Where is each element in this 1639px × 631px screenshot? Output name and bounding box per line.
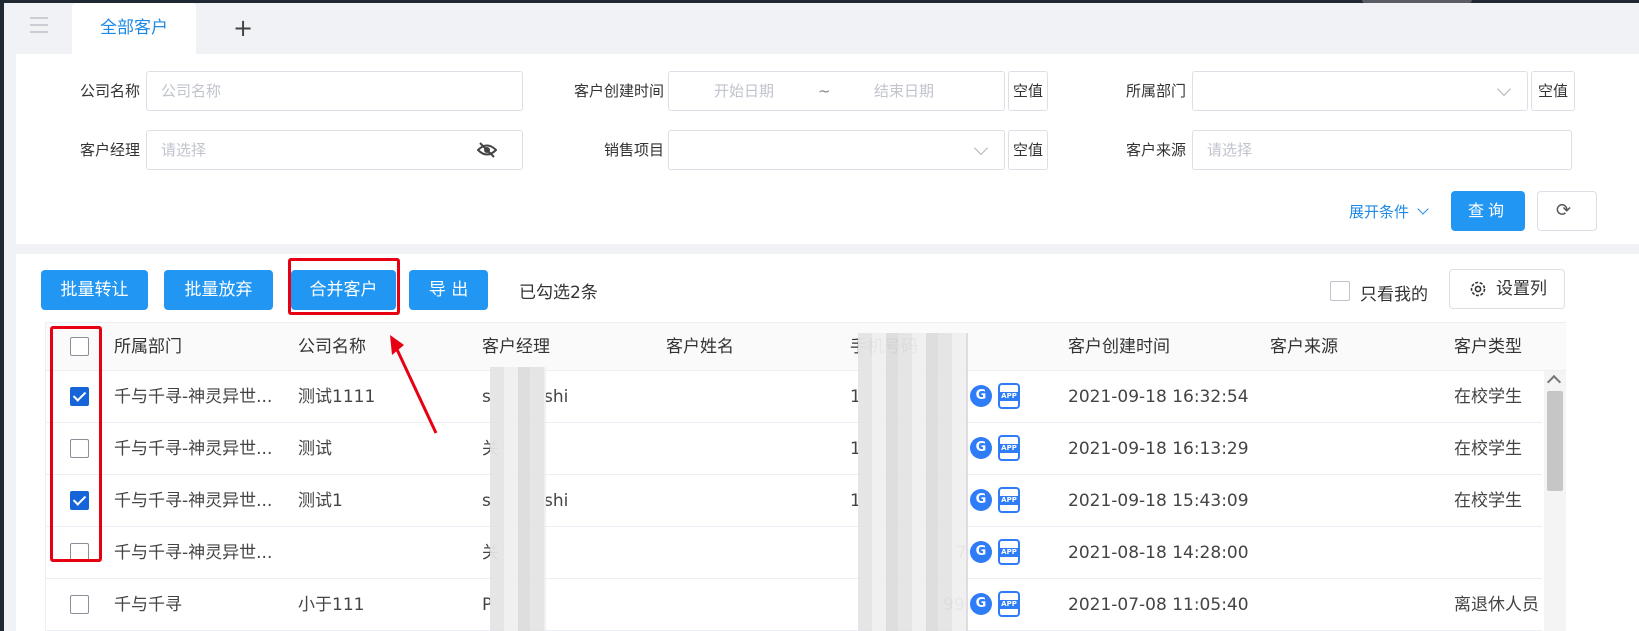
cell-company: 测试1111 xyxy=(298,387,376,407)
app-icon[interactable]: APP xyxy=(998,591,1020,617)
customer-table: 所属部门 公司名称 客户经理 客户姓名 手机号码 客户创建时间 客户来源 客户类… xyxy=(45,322,1566,631)
menu-collapse-icon[interactable] xyxy=(26,13,52,37)
g-icon[interactable]: G xyxy=(970,593,992,615)
gear-icon xyxy=(1470,281,1486,297)
end-date-placeholder: 结束日期 xyxy=(874,82,935,100)
row-checkbox[interactable] xyxy=(70,595,89,614)
cell-company: 小于111 xyxy=(298,595,365,615)
company-name-label: 公司名称 xyxy=(79,82,140,100)
selected-count: 已勾选2条 xyxy=(519,283,598,303)
cell-company: 测试1 xyxy=(298,491,343,511)
only-mine-label: 只看我的 xyxy=(1360,285,1428,305)
cell-department: 千与千寻 xyxy=(114,595,182,615)
table-scrollbar[interactable] xyxy=(1544,371,1566,631)
app-icon[interactable]: APP xyxy=(998,383,1020,409)
query-button[interactable]: 查询 xyxy=(1451,191,1525,231)
annotation-arrow xyxy=(390,335,438,434)
tab-bar: 全部客户 + xyxy=(4,3,1639,54)
col-header-department[interactable]: 所属部门 xyxy=(114,323,182,371)
range-separator: ~ xyxy=(818,82,831,100)
sales-project-select[interactable] xyxy=(668,130,1005,170)
expand-conditions-link[interactable]: 展开条件 xyxy=(1349,201,1429,222)
cell-created-time: 2021-09-18 16:13:29 xyxy=(1068,439,1249,459)
chevron-down-icon xyxy=(1496,81,1512,97)
table-row[interactable]: 千与千寻-神灵异世... 关 7 G APP 2021-08-18 14:28:… xyxy=(46,527,1542,579)
manager-placeholder: 请选择 xyxy=(161,141,207,159)
table-row[interactable]: 千与千寻-神灵异世... 测试1111 s shi 1 G APP 2021-0… xyxy=(46,371,1542,423)
app-icon[interactable]: APP xyxy=(998,539,1020,565)
cell-manager-suffix: shi xyxy=(544,387,569,407)
cell-department: 千与千寻-神灵异世... xyxy=(114,491,273,511)
cell-type: 在校学生 xyxy=(1454,387,1522,407)
table-header: 所属部门 公司名称 客户经理 客户姓名 手机号码 客户创建时间 客户来源 客户类… xyxy=(46,323,1566,371)
start-date-placeholder: 开始日期 xyxy=(714,82,775,100)
set-columns-label: 设置列 xyxy=(1496,279,1547,299)
add-tab-icon[interactable]: + xyxy=(228,13,258,43)
table-row[interactable]: 千与千寻-神灵异世... 测试1 s shi 1 G APP 2021-09-1… xyxy=(46,475,1542,527)
chevron-down-icon xyxy=(973,140,989,156)
g-icon[interactable]: G xyxy=(970,489,992,511)
created-time-label: 客户创建时间 xyxy=(573,82,664,100)
annotation-merge-box xyxy=(288,258,400,315)
refresh-icon: ⟳ xyxy=(1556,200,1572,221)
department-label: 所属部门 xyxy=(1125,82,1186,100)
annotation-checkbox-box xyxy=(50,326,102,562)
sales-project-label: 销售项目 xyxy=(603,141,664,159)
g-icon[interactable]: G xyxy=(970,541,992,563)
checkbox[interactable] xyxy=(1330,281,1350,301)
col-header-type[interactable]: 客户类型 xyxy=(1454,323,1522,371)
col-header-company[interactable]: 公司名称 xyxy=(298,323,366,371)
app-window: 全部客户 + 公司名称 公司名称 客户创建时间 开始日期 ~ 结束日期 空值 所… xyxy=(4,3,1639,631)
cell-company: 测试 xyxy=(298,439,332,459)
cell-manager-suffix: shi xyxy=(544,491,569,511)
cell-created-time: 2021-07-08 11:05:40 xyxy=(1068,595,1249,615)
manager-select[interactable]: 请选择 xyxy=(146,130,523,170)
col-header-created-time[interactable]: 客户创建时间 xyxy=(1068,323,1170,371)
department-select[interactable] xyxy=(1192,71,1528,111)
tab-all-customers[interactable]: 全部客户 xyxy=(72,3,196,54)
cell-type: 离退休人员 xyxy=(1454,595,1539,615)
redacted-manager xyxy=(490,367,546,631)
source-label: 客户来源 xyxy=(1125,141,1186,159)
company-name-input[interactable]: 公司名称 xyxy=(146,71,523,111)
table-row[interactable]: 千与千寻-神灵异世... 测试 关 1 G APP 2021-09-18 16:… xyxy=(46,423,1542,475)
app-icon[interactable]: APP xyxy=(998,487,1020,513)
cell-department: 千与千寻-神灵异世... xyxy=(114,387,273,407)
cell-created-time: 2021-09-18 16:32:54 xyxy=(1068,387,1249,407)
g-icon[interactable]: G xyxy=(970,385,992,407)
app-icon[interactable]: APP xyxy=(998,435,1020,461)
col-header-source[interactable]: 客户来源 xyxy=(1270,323,1338,371)
col-header-manager[interactable]: 客户经理 xyxy=(482,323,550,371)
source-select[interactable]: 请选择 xyxy=(1192,130,1572,170)
created-empty-button[interactable]: 空值 xyxy=(1008,71,1048,111)
cell-type: 在校学生 xyxy=(1454,439,1522,459)
cell-department: 千与千寻-神灵异世... xyxy=(114,543,273,563)
scroll-thumb[interactable] xyxy=(1547,391,1563,491)
expand-label: 展开条件 xyxy=(1349,203,1410,221)
set-columns-button[interactable]: 设置列 xyxy=(1449,269,1565,309)
export-button[interactable]: 导 出 xyxy=(409,270,488,310)
table-row[interactable]: 千与千寻 小于111 P 99 G APP 2021-07-08 11:05:4… xyxy=(46,579,1542,631)
reset-button[interactable]: ⟳ xyxy=(1537,191,1597,231)
batch-transfer-button[interactable]: 批量转让 xyxy=(41,270,148,310)
cell-type: 在校学生 xyxy=(1454,491,1522,511)
date-range-input[interactable]: 开始日期 ~ 结束日期 xyxy=(668,71,1005,111)
eye-off-icon[interactable] xyxy=(477,142,497,158)
redacted-phone xyxy=(858,333,968,631)
cell-created-time: 2021-08-18 14:28:00 xyxy=(1068,543,1249,563)
g-icon[interactable]: G xyxy=(970,437,992,459)
scroll-up-icon[interactable] xyxy=(1546,374,1562,390)
chevron-down-icon xyxy=(1417,203,1429,215)
batch-abandon-button[interactable]: 批量放弃 xyxy=(164,270,273,310)
col-header-customer-name[interactable]: 客户姓名 xyxy=(666,323,734,371)
department-empty-button[interactable]: 空值 xyxy=(1531,71,1575,111)
cell-created-time: 2021-09-18 15:43:09 xyxy=(1068,491,1249,511)
manager-label: 客户经理 xyxy=(79,141,140,159)
cell-department: 千与千寻-神灵异世... xyxy=(114,439,273,459)
project-empty-button[interactable]: 空值 xyxy=(1008,130,1048,170)
